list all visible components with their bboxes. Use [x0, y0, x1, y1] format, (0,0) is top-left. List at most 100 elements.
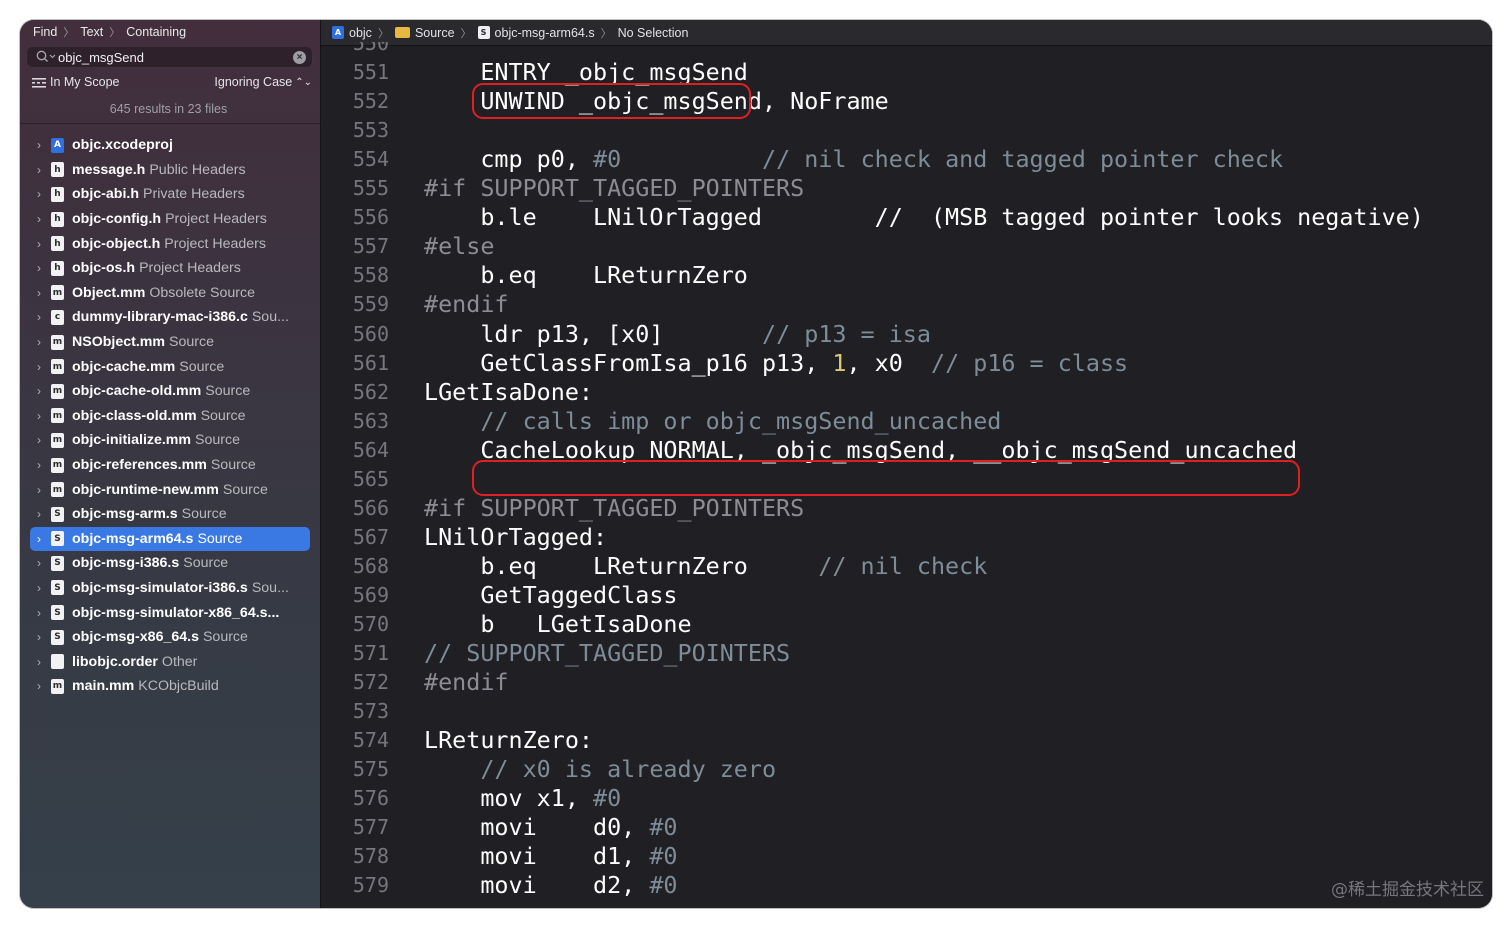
- code-line[interactable]: 566 #if SUPPORT_TAGGED_POINTERS: [321, 494, 1492, 523]
- search-icon[interactable]: [35, 49, 57, 65]
- search-input[interactable]: [58, 48, 288, 66]
- jump-bar-folder[interactable]: Source: [415, 26, 455, 40]
- disclosure-chevron-icon[interactable]: ›: [32, 458, 46, 472]
- code-text: GetTaggedClass: [424, 581, 677, 610]
- code-line[interactable]: 568 b.eq LReturnZero // nil check: [321, 552, 1492, 581]
- disclosure-chevron-icon[interactable]: ›: [32, 606, 46, 620]
- disclosure-chevron-icon[interactable]: ›: [32, 630, 46, 644]
- code-token: cmp p0,: [424, 145, 593, 174]
- disclosure-chevron-icon[interactable]: ›: [32, 163, 46, 177]
- disclosure-chevron-icon[interactable]: ›: [32, 286, 46, 300]
- jump-bar-project[interactable]: objc: [349, 26, 372, 40]
- disclosure-chevron-icon[interactable]: ›: [32, 335, 46, 349]
- line-number: 566: [352, 495, 389, 520]
- code-line[interactable]: 557 #else: [321, 232, 1492, 261]
- highlight-box-entry: [472, 83, 751, 119]
- file-result-row[interactable]: › libobjc.order Other: [20, 649, 321, 674]
- file-result-row[interactable]: › m objc-class-old.mm Source: [20, 404, 321, 429]
- scope-selector[interactable]: In My Scope: [32, 75, 119, 89]
- file-name: objc-msg-simulator-x86_64.s...: [72, 604, 280, 621]
- code-line[interactable]: 579 movi d2, #0: [321, 871, 1492, 900]
- code-line[interactable]: 576 mov x1, #0: [321, 784, 1492, 813]
- disclosure-chevron-icon[interactable]: ›: [32, 138, 46, 152]
- code-preprocessor: #if SUPPORT_TAGGED_POINTERS: [424, 493, 805, 522]
- file-result-row[interactable]: › m objc-initialize.mm Source: [20, 428, 321, 453]
- file-result-row[interactable]: › c dummy-library-mac-i386.c Sou...: [20, 305, 321, 330]
- file-result-row[interactable]: › m objc-references.mm Source: [20, 453, 321, 478]
- find-mode-containing[interactable]: Containing: [126, 25, 186, 39]
- file-result-row[interactable]: › m objc-cache.mm Source: [20, 354, 321, 379]
- code-area[interactable]: 579 movi d2, #0 578 movi d1, #0 577 movi d…: [321, 42, 1492, 908]
- code-line[interactable]: 558 b.eq LReturnZero: [321, 261, 1492, 290]
- disclosure-chevron-icon[interactable]: ›: [32, 532, 46, 546]
- header-file-icon: h: [51, 211, 64, 227]
- code-line[interactable]: 550: [321, 42, 1492, 58]
- disclosure-chevron-icon[interactable]: ›: [32, 310, 46, 324]
- file-result-row[interactable]: › m main.mm KCObjcBuild: [20, 674, 321, 699]
- file-result-row[interactable]: › m objc-runtime-new.mm Source: [20, 477, 321, 502]
- source-editor[interactable]: A objc 〉 Source 〉 S objc-msg-arm64.s 〉 N…: [321, 20, 1492, 908]
- code-line[interactable]: 562 LGetIsaDone:: [321, 378, 1492, 407]
- case-sensitivity-menu[interactable]: Ignoring Case ⌃⌄: [214, 75, 312, 89]
- find-search-field[interactable]: ×: [26, 46, 313, 68]
- code-line[interactable]: 573: [321, 697, 1492, 726]
- line-number: 569: [352, 582, 389, 607]
- code-line[interactable]: 563 // calls imp or objc_msgSend_uncache…: [321, 407, 1492, 436]
- file-result-row[interactable]: › h objc-abi.h Private Headers: [20, 182, 321, 207]
- find-mode-text[interactable]: Text: [80, 25, 103, 39]
- disclosure-chevron-icon[interactable]: ›: [32, 483, 46, 497]
- file-result-row[interactable]: › h objc-object.h Project Headers: [20, 231, 321, 256]
- code-line[interactable]: 577 movi d0, #0: [321, 813, 1492, 842]
- disclosure-chevron-icon[interactable]: ›: [32, 433, 46, 447]
- disclosure-chevron-icon[interactable]: ›: [32, 679, 46, 693]
- code-line[interactable]: 570 b LGetIsaDone: [321, 610, 1492, 639]
- code-line[interactable]: 567 LNilOrTagged:: [321, 523, 1492, 552]
- file-result-row[interactable]: › m Object.mm Obsolete Source: [20, 281, 321, 306]
- code-line[interactable]: 569 GetTaggedClass: [321, 581, 1492, 610]
- disclosure-chevron-icon[interactable]: ›: [32, 507, 46, 521]
- code-line[interactable]: 574 LReturnZero:: [321, 726, 1492, 755]
- disclosure-chevron-icon[interactable]: ›: [32, 187, 46, 201]
- disclosure-chevron-icon[interactable]: ›: [32, 360, 46, 374]
- file-result-row[interactable]: › h message.h Public Headers: [20, 158, 321, 183]
- disclosure-chevron-icon[interactable]: ›: [32, 237, 46, 251]
- asm-file-icon: S: [51, 531, 64, 547]
- disclosure-chevron-icon[interactable]: ›: [32, 261, 46, 275]
- disclosure-chevron-icon[interactable]: ›: [32, 655, 46, 669]
- file-result-row[interactable]: › m objc-cache-old.mm Source: [20, 379, 321, 404]
- line-number: 576: [352, 786, 389, 811]
- code-line[interactable]: 572 #endif: [321, 668, 1492, 697]
- line-number: 578: [352, 844, 389, 869]
- file-result-row[interactable]: › Sobjc-msg-arm64.s Source: [30, 526, 310, 552]
- code-line[interactable]: 554 cmp p0, #0 // nil check and tagged p…: [321, 145, 1492, 174]
- line-number: 553: [352, 118, 389, 143]
- file-result-row[interactable]: › Sobjc-msg-x86_64.s Source: [20, 625, 321, 650]
- find-mode-find[interactable]: Find: [33, 25, 57, 39]
- disclosure-chevron-icon[interactable]: ›: [32, 581, 46, 595]
- clear-search-icon[interactable]: ×: [293, 51, 306, 64]
- file-result-row[interactable]: › Sobjc-msg-i386.s Source: [20, 551, 321, 576]
- code-preprocessor: #endif: [424, 290, 509, 319]
- file-result-row[interactable]: › Aobjc.xcodeproj: [20, 133, 321, 158]
- file-result-row[interactable]: › Sobjc-msg-arm.s Source: [20, 502, 321, 527]
- code-line[interactable]: 561 GetClassFromIsa_p16 p13, 1, x0 // p1…: [321, 349, 1492, 378]
- jump-bar-file[interactable]: objc-msg-arm64.s: [495, 26, 595, 40]
- code-line[interactable]: 571 // SUPPORT_TAGGED_POINTERS: [321, 639, 1492, 668]
- file-result-row[interactable]: › h objc-os.h Project Headers: [20, 256, 321, 281]
- file-result-row[interactable]: › Sobjc-msg-simulator-i386.s Sou...: [20, 576, 321, 601]
- code-line[interactable]: 559 #endif: [321, 290, 1492, 319]
- code-line[interactable]: 555 #if SUPPORT_TAGGED_POINTERS: [321, 174, 1492, 203]
- file-result-row[interactable]: › Sobjc-msg-simulator-x86_64.s...: [20, 600, 321, 625]
- code-line[interactable]: 578 movi d1, #0: [321, 842, 1492, 871]
- code-line[interactable]: 556 b.le LNilOrTagged // (MSB tagged poi…: [321, 203, 1492, 232]
- disclosure-chevron-icon[interactable]: ›: [32, 384, 46, 398]
- code-line[interactable]: 560 ldr p13, [x0] // p13 = isa: [321, 320, 1492, 349]
- file-result-row[interactable]: › m NSObject.mm Source: [20, 330, 321, 355]
- disclosure-chevron-icon[interactable]: ›: [32, 556, 46, 570]
- disclosure-chevron-icon[interactable]: ›: [32, 409, 46, 423]
- disclosure-chevron-icon[interactable]: ›: [32, 212, 46, 226]
- jump-bar-symbol[interactable]: No Selection: [618, 26, 689, 40]
- file-result-row[interactable]: › h objc-config.h Project Headers: [20, 207, 321, 232]
- code-line[interactable]: 553: [321, 116, 1492, 145]
- code-line[interactable]: 575 // x0 is already zero: [321, 755, 1492, 784]
